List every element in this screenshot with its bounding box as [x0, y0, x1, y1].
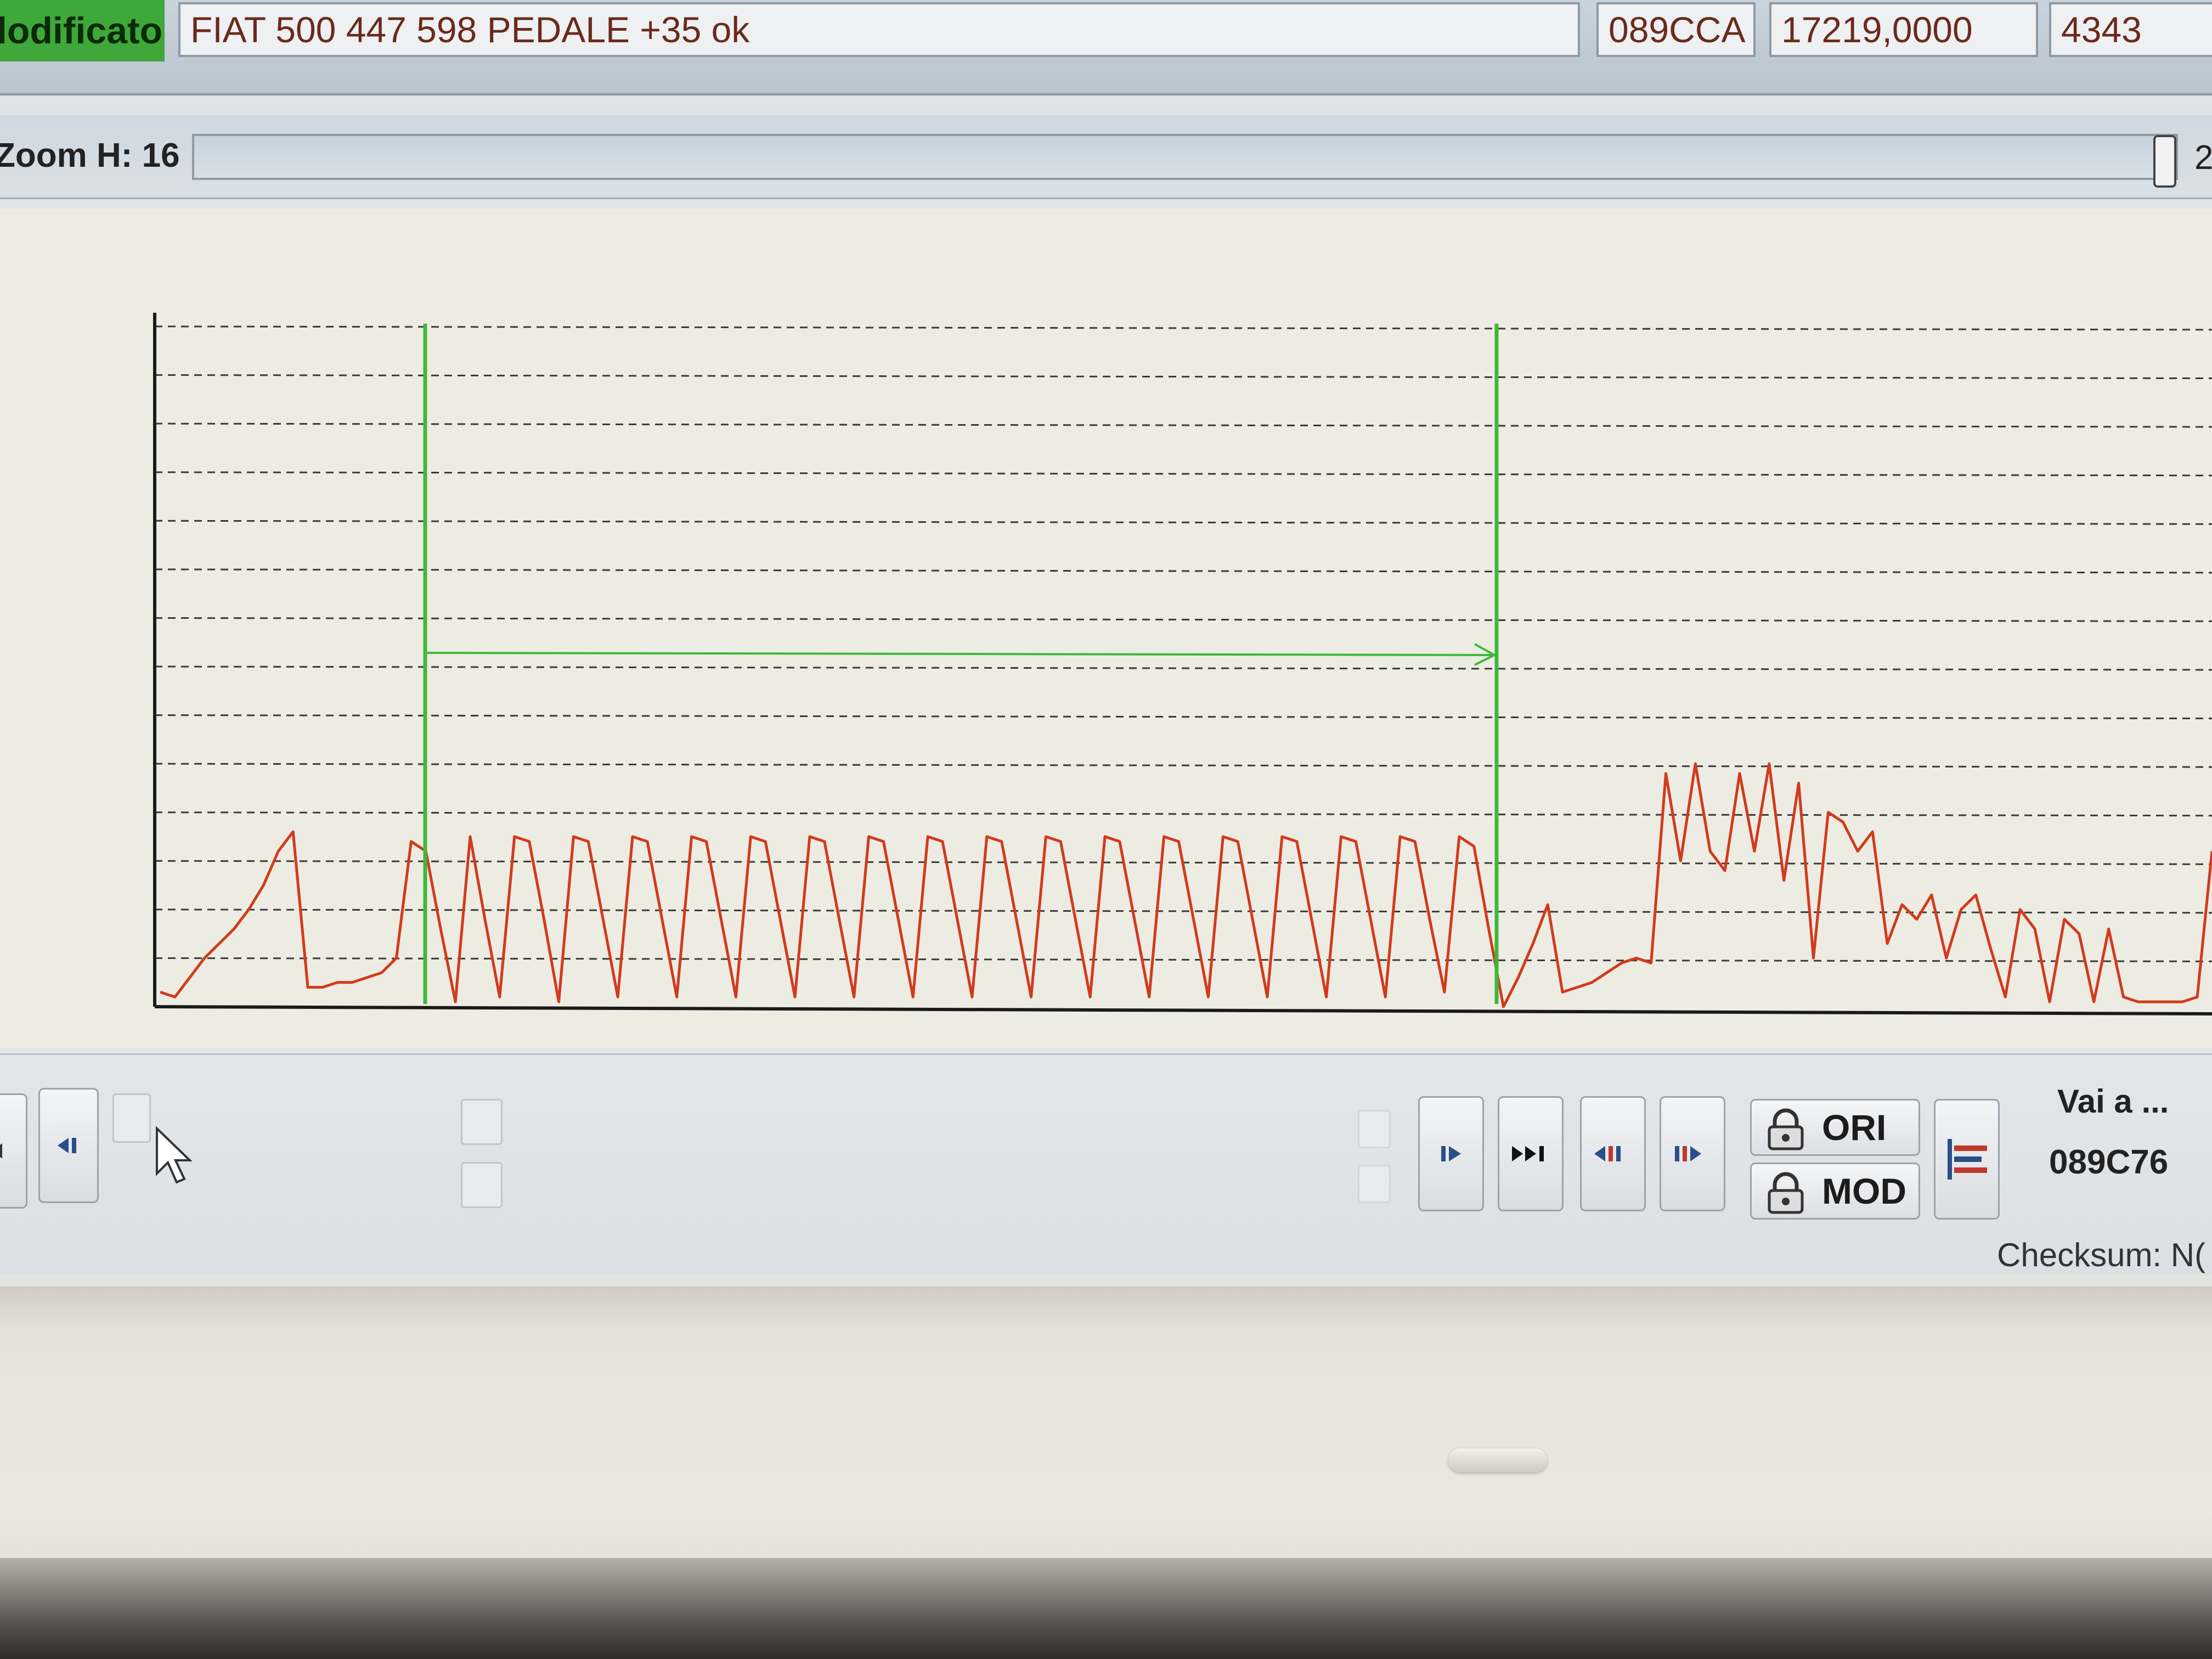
- chart-tool-button[interactable]: [1934, 1099, 2000, 1220]
- grid-line: [154, 520, 2212, 525]
- lock-icon: [1768, 1172, 1804, 1214]
- grid-line: [154, 811, 2212, 817]
- next-marker-icon: [1675, 1146, 1701, 1161]
- grid-line: [154, 957, 2212, 962]
- down-arrow-button[interactable]: [1358, 1165, 1391, 1203]
- grid-line: [154, 374, 2212, 380]
- value-field[interactable]: 17219,0000: [1769, 2, 2038, 57]
- option-box-2[interactable]: [461, 1162, 503, 1208]
- bezel-button: [1448, 1448, 1547, 1472]
- zoom-slider-thumb[interactable]: [2153, 135, 2176, 188]
- grid-line: [154, 568, 2212, 574]
- prev-marker-button[interactable]: [1580, 1096, 1646, 1211]
- grid-line: [154, 422, 2212, 428]
- next-icon: [1441, 1146, 1461, 1161]
- mod-label: MOD: [1822, 1171, 1906, 1211]
- goto-label: Vai a ...: [2057, 1083, 2169, 1120]
- grid-line: [154, 617, 2212, 622]
- signal-series-line: [160, 762, 2212, 1008]
- file-name-field[interactable]: FIAT 500 447 598 PEDALE +35 ok: [178, 2, 1580, 57]
- status-badge: lodificato: [0, 0, 165, 61]
- checksum-label: Checksum: N(: [1997, 1237, 2206, 1273]
- next-marker-button[interactable]: [1660, 1096, 1725, 1211]
- scroll-left-button[interactable]: [0, 1093, 27, 1209]
- mod-button[interactable]: MOD: [1750, 1163, 1920, 1220]
- mouse-cursor-icon: [156, 1126, 192, 1184]
- x-axis: [154, 1005, 2212, 1015]
- zoom-label: Zoom H: 16: [0, 137, 180, 174]
- bottom-toolbar: ORI MOD Vai a ... 089C76 Checksum: N(: [0, 1053, 2212, 1274]
- chart-tool-icon: [1948, 1139, 1987, 1180]
- selection-range-arrow: [425, 652, 1495, 656]
- grid-line: [154, 714, 2212, 720]
- grid-line: [154, 471, 2212, 477]
- up-arrow-button[interactable]: [1358, 1110, 1391, 1148]
- goto-value[interactable]: 089C76: [2049, 1143, 2168, 1182]
- step-back-icon: [58, 1138, 76, 1153]
- option-box-1[interactable]: [461, 1099, 503, 1145]
- zoom-row: Zoom H: 16 2: [0, 115, 2212, 199]
- zoom-slider[interactable]: [192, 134, 2178, 180]
- ori-label: ORI: [1822, 1107, 1887, 1148]
- chart-area[interactable]: [0, 208, 2212, 1048]
- prev-marker-icon: [1594, 1146, 1621, 1161]
- header-bar: lodificato FIAT 500 447 598 PEDALE +35 o…: [0, 0, 2212, 95]
- series-layer: [160, 762, 2212, 1008]
- address-field[interactable]: 089CCA: [1596, 2, 1756, 57]
- step-back-button[interactable]: [38, 1088, 99, 1203]
- next-button[interactable]: [1418, 1096, 1484, 1211]
- skip-end-button[interactable]: [1498, 1096, 1564, 1211]
- bezel-shadow: [0, 1558, 2212, 1659]
- grid-line: [154, 763, 2212, 768]
- small-arrow-button[interactable]: [112, 1093, 151, 1143]
- grid-line: [154, 665, 2212, 671]
- arrow-left-icon: [0, 1143, 2, 1159]
- lock-icon: [1768, 1108, 1804, 1150]
- zoom-edge-label: 2: [2194, 139, 2212, 177]
- ori-button[interactable]: ORI: [1750, 1099, 1920, 1156]
- extra-field[interactable]: 4343: [2049, 2, 2212, 57]
- signal-chart[interactable]: [0, 208, 2212, 1048]
- skip-end-icon: [1512, 1146, 1544, 1161]
- grid-line: [154, 325, 2212, 331]
- app-window: lodificato FIAT 500 447 598 PEDALE +35 o…: [0, 0, 2212, 1295]
